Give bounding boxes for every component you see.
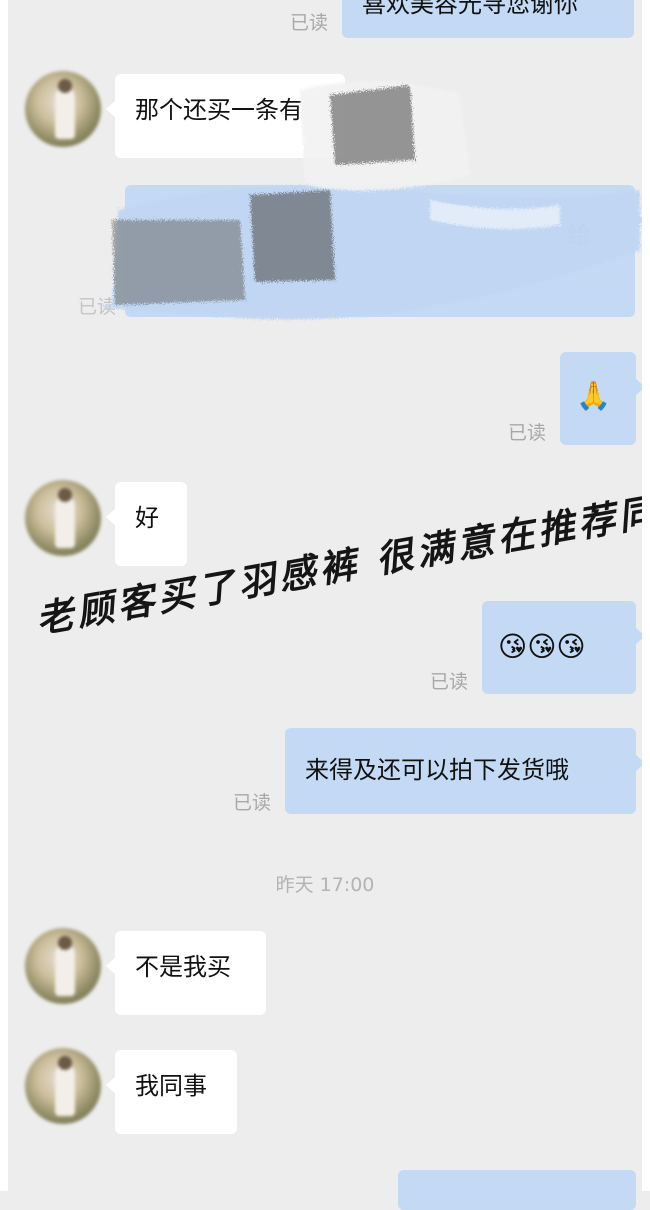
contact-avatar[interactable] xyxy=(25,1048,101,1124)
contact-avatar[interactable] xyxy=(25,928,101,1004)
read-receipt: 已读 xyxy=(233,792,272,814)
outgoing-message-bubble-censored[interactable]: 给 xyxy=(125,185,644,317)
message-text: 喜欢美容光寻您谢你 xyxy=(362,0,578,18)
message-text: 我同事 xyxy=(135,1072,207,1100)
read-receipt: 已读 xyxy=(78,296,117,318)
outgoing-message-bubble-partial[interactable] xyxy=(398,1170,636,1210)
incoming-message-bubble[interactable]: 不是我买 xyxy=(106,931,266,1015)
message-text: 来得及还可以拍下发货哦 xyxy=(305,756,569,784)
message-text: 好 xyxy=(135,504,159,532)
contact-avatar[interactable] xyxy=(25,71,101,147)
timestamp-divider: 昨天 17:00 xyxy=(275,874,375,896)
message-text: 不是我买 xyxy=(135,953,231,981)
folded-hands-icon: 🙏 xyxy=(576,379,611,412)
outgoing-message-bubble[interactable]: 喜欢美容光寻您谢你 xyxy=(342,0,634,38)
outgoing-message-bubble[interactable]: 😘😘😘 xyxy=(482,601,645,694)
message-text: 给 xyxy=(567,221,591,249)
page-edge xyxy=(642,0,650,1191)
page-edge xyxy=(0,0,8,1191)
read-receipt: 已读 xyxy=(508,422,547,444)
outgoing-message-bubble[interactable]: 来得及还可以拍下发货哦 xyxy=(285,728,645,814)
read-receipt: 已读 xyxy=(430,671,469,693)
read-receipt: 已读 xyxy=(290,12,329,34)
message-text: 那个还买一条有 xyxy=(135,96,303,124)
incoming-message-bubble[interactable]: 我同事 xyxy=(106,1050,237,1134)
contact-avatar[interactable] xyxy=(25,480,101,556)
kissing-face-icon: 😘😘😘 xyxy=(498,630,586,663)
incoming-message-bubble[interactable]: 好 xyxy=(106,482,187,566)
outgoing-message-bubble[interactable]: 🙏 xyxy=(560,352,645,445)
incoming-message-bubble[interactable]: 那个还买一条有 xyxy=(106,74,345,158)
